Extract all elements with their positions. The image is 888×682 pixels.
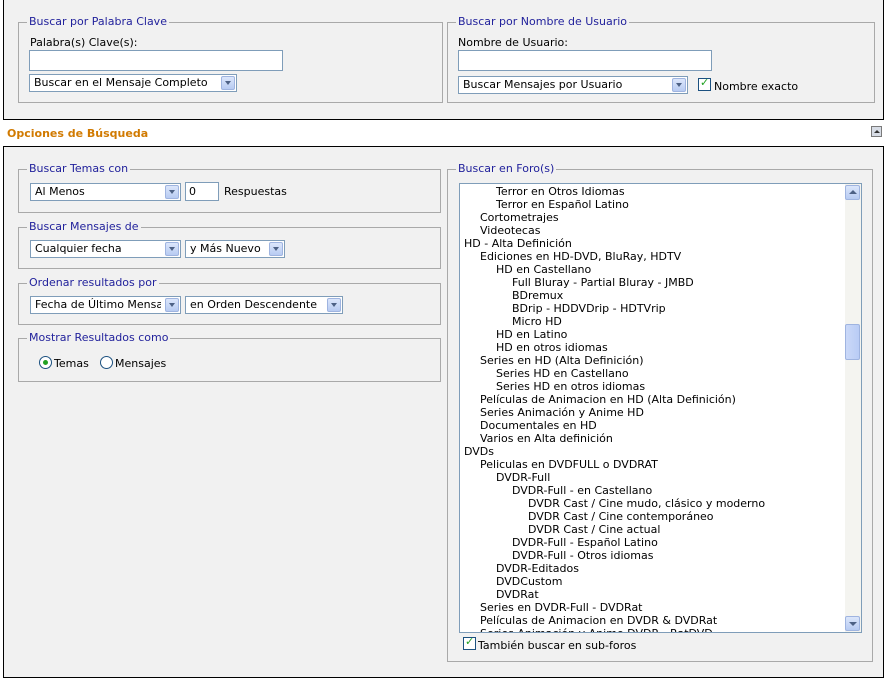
sort-field-value: Fecha de Último Mensaje [35, 298, 161, 311]
username-mode-select[interactable]: Buscar Mensajes por Usuario [458, 76, 688, 94]
search-criteria-panel: Buscar por Palabra Clave Palabra(s) Clav… [3, 0, 884, 120]
forum-list-item[interactable]: Full Bluray - Partial Bluray - JMBD [512, 276, 694, 289]
sort-legend: Ordenar resultados por [27, 276, 159, 290]
forum-list-item[interactable]: DVDRat [496, 588, 539, 601]
username-mode-value: Buscar Mensajes por Usuario [463, 78, 623, 91]
forum-list-item[interactable]: Terror en Otros Idiomas [496, 185, 625, 198]
chevron-down-icon[interactable] [221, 76, 235, 90]
sort-order-select[interactable]: en Orden Descendente [185, 296, 343, 314]
username-input[interactable] [458, 50, 712, 71]
post-direction-value: y Más Nuevo [190, 242, 261, 255]
posts-legend: Buscar Mensajes de [27, 220, 141, 234]
chevron-down-icon[interactable] [327, 298, 341, 312]
keyword-input[interactable] [29, 50, 283, 71]
topics-legend: Buscar Temas con [27, 162, 131, 176]
chevron-down-icon[interactable] [165, 298, 179, 312]
forum-list-item[interactable]: Películas de Animacion en DVDR & DVDRat [480, 614, 717, 627]
subforums-checkbox[interactable] [463, 635, 476, 650]
post-date-value: Cualquier fecha [35, 242, 122, 255]
scroll-down-icon[interactable] [845, 616, 860, 631]
display-topics-radio[interactable] [39, 356, 52, 369]
forum-list-item[interactable]: Series HD en otros idiomas [496, 380, 645, 393]
keyword-legend: Buscar por Palabra Clave [27, 15, 169, 29]
forum-list-item[interactable]: Documentales en HD [480, 419, 597, 432]
forum-list-item[interactable]: DVDR-Full [496, 471, 550, 484]
forum-list-item[interactable]: Varios en Alta definición [480, 432, 613, 445]
forums-legend: Buscar en Foro(s) [456, 162, 557, 176]
posts-fieldset: Buscar Mensajes de Cualquier fecha y Más… [18, 220, 441, 269]
subforums-label: También buscar en sub-foros [478, 639, 637, 652]
chevron-down-icon[interactable] [269, 242, 283, 256]
topics-fieldset: Buscar Temas con Al Menos 0 Respuestas [18, 162, 441, 213]
keyword-fieldset: Buscar por Palabra Clave Palabra(s) Clav… [18, 15, 443, 103]
forums-fieldset: Buscar en Foro(s) Terror en Otros Idioma… [447, 162, 873, 662]
forum-list-item[interactable]: DVDR Cast / Cine actual [528, 523, 660, 536]
search-options-header: Opciones de Búsqueda [3, 124, 884, 144]
forum-list-scrollbar[interactable] [845, 184, 861, 632]
forum-list-item[interactable]: HD - Alta Definición [464, 237, 572, 250]
forum-list-item[interactable]: HD en otros idiomas [496, 341, 608, 354]
display-posts-label: Mensajes [115, 357, 167, 370]
keyword-label: Palabra(s) Clave(s): [30, 36, 138, 49]
exact-name-checkbox[interactable] [698, 76, 711, 91]
reply-count-value: 0 [189, 185, 196, 198]
topics-operator-value: Al Menos [35, 185, 85, 198]
username-label: Nombre de Usuario: [458, 36, 568, 49]
scroll-up-icon[interactable] [845, 185, 860, 200]
sort-fieldset: Ordenar resultados por Fecha de Último M… [18, 276, 441, 325]
keyword-scope-select[interactable]: Buscar en el Mensaje Completo [29, 74, 237, 92]
forum-list-item[interactable]: Series en DVDR-Full - DVDRat [480, 601, 643, 614]
exact-name-label: Nombre exacto [714, 80, 799, 93]
forum-list-item[interactable]: DVDR-Full - en Castellano [512, 484, 652, 497]
post-date-select[interactable]: Cualquier fecha [30, 240, 181, 258]
forum-list-item[interactable]: HD en Castellano [496, 263, 591, 276]
username-fieldset: Buscar por Nombre de Usuario Nombre de U… [447, 15, 875, 103]
forum-list-item[interactable]: Cortometrajes [480, 211, 559, 224]
post-direction-select[interactable]: y Más Nuevo [185, 240, 285, 258]
display-legend: Mostrar Resultados como [27, 331, 171, 345]
forum-list[interactable]: Terror en Otros Idiomas Terror en Español… [459, 183, 862, 633]
replies-label: Respuestas [224, 185, 287, 198]
chevron-down-icon[interactable] [165, 242, 179, 256]
forum-list-item[interactable]: Micro HD [512, 315, 562, 328]
forum-list-item[interactable]: DVDR-Full - Español Latino [512, 536, 658, 549]
forum-list-item[interactable]: HD en Latino [496, 328, 567, 341]
sort-field-select[interactable]: Fecha de Último Mensaje [30, 296, 181, 314]
forum-list-item[interactable]: BDrip - HDDVDrip - HDTVrip [512, 302, 666, 315]
display-fieldset: Mostrar Resultados como Temas Mensajes [18, 331, 441, 382]
collapse-icon[interactable] [871, 126, 882, 137]
reply-count-input[interactable]: 0 [185, 182, 219, 201]
forum-list-item[interactable]: Series Animación y Anime HD [480, 406, 644, 419]
forum-list-item[interactable]: Series en HD (Alta Definición) [480, 354, 644, 367]
forum-list-item[interactable]: DVDR-Editados [496, 562, 579, 575]
forum-list-item[interactable]: Terror en Español Latino [496, 198, 629, 211]
forum-list-item[interactable]: Ediciones en HD-DVD, BluRay, HDTV [480, 250, 681, 263]
forum-list-item[interactable]: BDremux [512, 289, 563, 302]
forum-list-item[interactable]: Series Animación y Anime DVDR - RatDVD [480, 627, 713, 632]
forum-list-item[interactable]: Videotecas [480, 224, 540, 237]
chevron-down-icon[interactable] [165, 185, 179, 199]
topics-operator-select[interactable]: Al Menos [30, 183, 181, 201]
forum-list-item[interactable]: DVDs [464, 445, 494, 458]
scroll-thumb[interactable] [845, 324, 860, 360]
forum-list-item[interactable]: DVDR Cast / Cine mudo, clásico y moderno [528, 497, 765, 510]
display-posts-radio[interactable] [100, 356, 113, 369]
search-options-title: Opciones de Búsqueda [7, 127, 149, 140]
forum-list-item[interactable]: DVDR-Full - Otros idiomas [512, 549, 653, 562]
forum-list-item[interactable]: DVDCustom [496, 575, 562, 588]
forum-list-item[interactable]: Series HD en Castellano [496, 367, 629, 380]
username-legend: Buscar por Nombre de Usuario [456, 15, 630, 29]
forum-list-item[interactable]: Peliculas en DVDFULL o DVDRAT [480, 458, 658, 471]
chevron-down-icon[interactable] [672, 78, 686, 92]
sort-order-value: en Orden Descendente [190, 298, 317, 311]
forum-list-item[interactable]: Películas de Animacion en HD (Alta Defin… [480, 393, 736, 406]
display-topics-label: Temas [54, 357, 89, 370]
forum-list-item[interactable]: DVDR Cast / Cine contemporáneo [528, 510, 714, 523]
keyword-scope-value: Buscar en el Mensaje Completo [34, 76, 208, 89]
search-options-panel: Buscar Temas con Al Menos 0 Respuestas B… [3, 146, 884, 678]
